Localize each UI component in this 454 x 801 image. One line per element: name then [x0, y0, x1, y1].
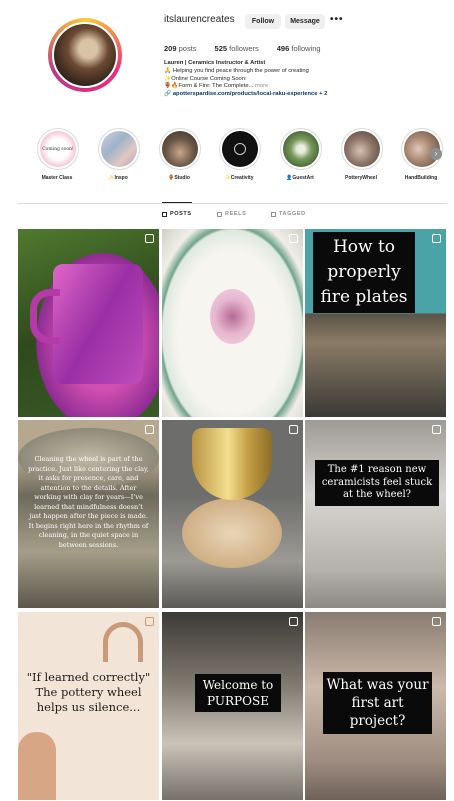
follow-button[interactable]: Follow [245, 14, 281, 29]
post-tile[interactable]: What was your first art project? [305, 612, 446, 800]
highlight-potterywheel[interactable]: PotteryWheel [341, 128, 383, 181]
bio-name: Lauren | Ceramics Instructor & Artist [164, 60, 266, 66]
reel-icon [289, 425, 298, 434]
chevron-right-icon[interactable]: › [430, 148, 442, 160]
following-count: 496 [276, 44, 290, 53]
post-caption: Cleaning the wheel is part of the practi… [28, 455, 149, 549]
bio-line: 🏺🔥Form & Fire: The Complete... [164, 83, 254, 90]
post-tile[interactable]: How to properly fire plates [305, 229, 446, 417]
following-stat[interactable]: 496 following [277, 44, 321, 53]
message-button[interactable]: Message [285, 14, 325, 29]
highlight-studio[interactable]: 🏺Studio [159, 128, 201, 181]
posts-stat[interactable]: 209 posts [164, 44, 197, 53]
tab-reels[interactable]: REELS [217, 211, 246, 217]
post-tile[interactable]: "If learned correctly" The pottery wheel… [18, 612, 159, 800]
more-options-icon[interactable]: ••• [330, 14, 344, 25]
reel-icon [289, 617, 298, 626]
tagged-icon [271, 211, 276, 217]
post-tile[interactable] [162, 229, 303, 417]
pin-icon [145, 234, 154, 243]
tab-posts[interactable]: POSTS [162, 211, 192, 217]
creativity-logo-icon [234, 143, 246, 155]
mug-handle-shape [30, 289, 60, 344]
post-tile[interactable] [18, 229, 159, 417]
followers-stat[interactable]: 525 followers [215, 44, 259, 53]
reel-icon [432, 617, 441, 626]
highlight-guestart[interactable]: 👤GuestArt [280, 128, 322, 181]
tab-label: REELS [225, 211, 247, 217]
avatar[interactable] [52, 22, 118, 88]
mug-shape [53, 264, 143, 384]
wood-base-shape [182, 498, 282, 568]
grid-icon [162, 211, 167, 217]
rainbow-decoration [103, 622, 143, 662]
reels-icon [217, 211, 222, 217]
followers-label: followers [229, 44, 259, 53]
highlight-inspo[interactable]: ✨Inspo [98, 128, 140, 181]
post-caption: The #1 reason new ceramicists feel stuck… [315, 460, 439, 506]
gold-bowl-shape [192, 428, 272, 500]
post-tile[interactable]: The #1 reason new ceramicists feel stuck… [305, 420, 446, 608]
username: itslaurencreates [164, 14, 235, 25]
highlight-label: ✨Inspo [108, 175, 128, 181]
bio-more-link[interactable]: more [255, 83, 268, 89]
highlight-creativity[interactable]: ✨Creativity [219, 128, 261, 181]
post-caption: "If learned correctly" The pottery wheel… [26, 670, 151, 714]
pin-icon [289, 234, 298, 243]
carousel-icon [145, 617, 154, 626]
posts-count: 209 [164, 44, 177, 53]
reel-icon [145, 425, 154, 434]
reel-icon [432, 234, 441, 243]
bio-line: 🙏 Helping you find peace through the pow… [164, 67, 309, 74]
highlight-label: ✨Creativity [224, 175, 254, 181]
post-tile[interactable]: Welcome to PURPOSE [162, 612, 303, 800]
post-caption: What was your first art project? [323, 672, 432, 734]
tab-label: TAGGED [279, 211, 306, 217]
tab-label: POSTS [170, 211, 192, 217]
highlight-label: HandBuilding [404, 175, 438, 181]
post-caption: How to properly fire plates [313, 232, 415, 313]
highlight-label: PotteryWheel [345, 175, 377, 181]
profile-stats: 209 posts 525 followers 496 following [164, 44, 321, 53]
highlight-master-class[interactable]: Coming soon! Master Class [37, 128, 79, 181]
post-caption: Welcome to PURPOSE [195, 674, 281, 712]
active-tab-indicator [162, 202, 192, 203]
bio-website-link[interactable]: 🔗 apotterspardise.com/products/local-rak… [164, 91, 424, 99]
following-label: following [291, 44, 321, 53]
highlight-label: 🏺Studio [168, 175, 190, 181]
orchid-flower-shape [210, 289, 255, 344]
posts-label: posts [178, 44, 197, 53]
followers-count: 525 [214, 44, 228, 53]
bio: Lauren | Ceramics Instructor & Artist 🙏 … [164, 60, 424, 99]
highlight-label: Master Class [41, 175, 73, 181]
post-tile[interactable]: Cleaning the wheel is part of the practi… [18, 420, 159, 608]
tabs-divider [18, 203, 447, 204]
vase-decoration [18, 732, 56, 800]
reel-icon [432, 425, 441, 434]
post-tile[interactable] [162, 420, 303, 608]
highlight-label: 👤GuestArt [286, 175, 314, 181]
highlight-cover-text: Coming soon! [42, 146, 74, 152]
tab-tagged[interactable]: TAGGED [271, 211, 306, 217]
